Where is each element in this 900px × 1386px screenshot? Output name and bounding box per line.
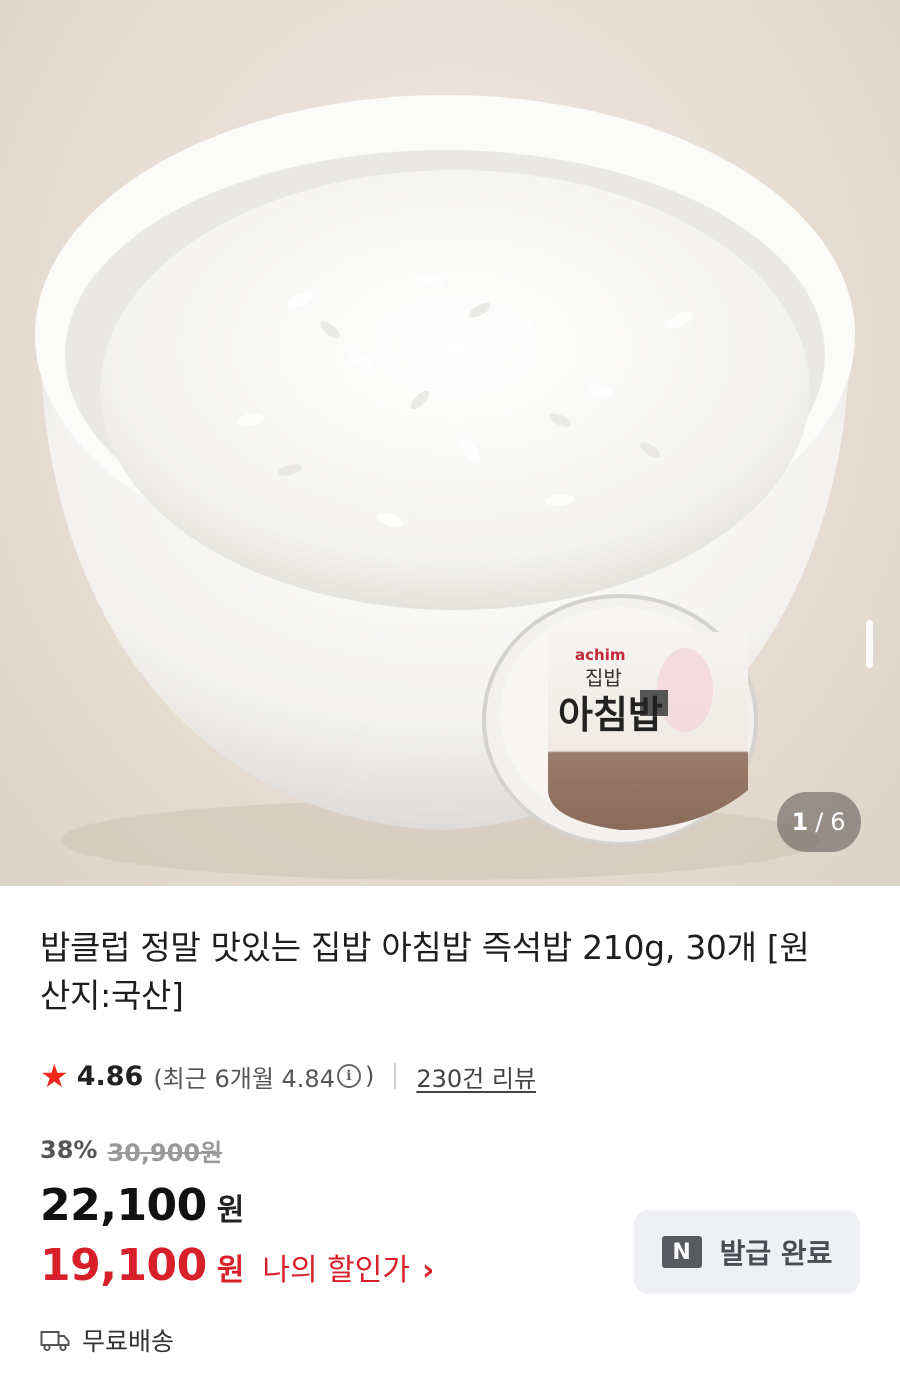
- product-image-gallery[interactable]: achim 집밥 아침밥 1/6: [0, 0, 900, 886]
- rice-bowl-photo: achim 집밥 아침밥: [35, 95, 855, 880]
- scroll-indicator: [866, 620, 873, 668]
- shipping-row: 무료배송: [40, 1322, 860, 1358]
- shipping-label: 무료배송: [82, 1327, 175, 1356]
- my-discount-label: 나의 할인가: [262, 1253, 410, 1288]
- image-counter-current: 1: [791, 808, 810, 836]
- package-subtitle: 집밥: [585, 666, 622, 690]
- divider: [394, 1063, 397, 1089]
- product-title-line1: 밥클럽 정말 맛있는 집밥 아침밥 즉석밥 210g, 30개 [원: [40, 928, 810, 967]
- image-counter-total: 6: [830, 808, 847, 836]
- info-icon[interactable]: i: [336, 1064, 361, 1088]
- review-count-link[interactable]: 230건 리뷰: [416, 1059, 536, 1094]
- price-block: 38% 30,900원 22,100 원 19,100 원 나의 할인가 › N…: [40, 1132, 860, 1296]
- original-price-row: 38% 30,900원: [40, 1132, 860, 1168]
- product-info: 밥클럽 정말 맛있는 집밥 아침밥 즉석밥 210g, 30개 [원 산지:국산…: [0, 924, 900, 1358]
- image-counter: 1/6: [777, 792, 861, 852]
- sale-price: 22,100: [40, 1180, 207, 1231]
- naver-n-icon: N: [661, 1236, 702, 1268]
- sale-price-currency: 원: [216, 1193, 245, 1228]
- discount-percent: 38%: [40, 1136, 98, 1164]
- recent-rating-text: (최근 6개월 4.84: [153, 1064, 335, 1093]
- product-title-line2: 산지:국산]: [40, 976, 184, 1015]
- rating-value: 4.86: [76, 1060, 144, 1092]
- my-discount-currency: 원: [216, 1253, 245, 1288]
- package-name: 아침밥: [558, 693, 663, 737]
- chevron-right-icon: ›: [421, 1253, 435, 1288]
- coupon-issued-label: 발급 완료: [719, 1237, 833, 1270]
- rating-row: ★ 4.86 (최근 6개월 4.84 i ) 230건 리뷰: [40, 1056, 860, 1096]
- coupon-issued-button[interactable]: N 발급 완료: [634, 1210, 860, 1294]
- recent-rating-close: ): [364, 1062, 375, 1090]
- product-title: 밥클럽 정말 맛있는 집밥 아침밥 즉석밥 210g, 30개 [원 산지:국산…: [40, 924, 860, 1020]
- package-brand: achim: [575, 646, 625, 664]
- recent-rating: (최근 6개월 4.84 i ): [153, 1059, 374, 1094]
- truck-icon: [40, 1328, 70, 1352]
- my-discount-price: 19,100: [40, 1240, 207, 1291]
- original-price: 30,900원: [107, 1138, 223, 1167]
- star-icon: ★: [40, 1057, 69, 1095]
